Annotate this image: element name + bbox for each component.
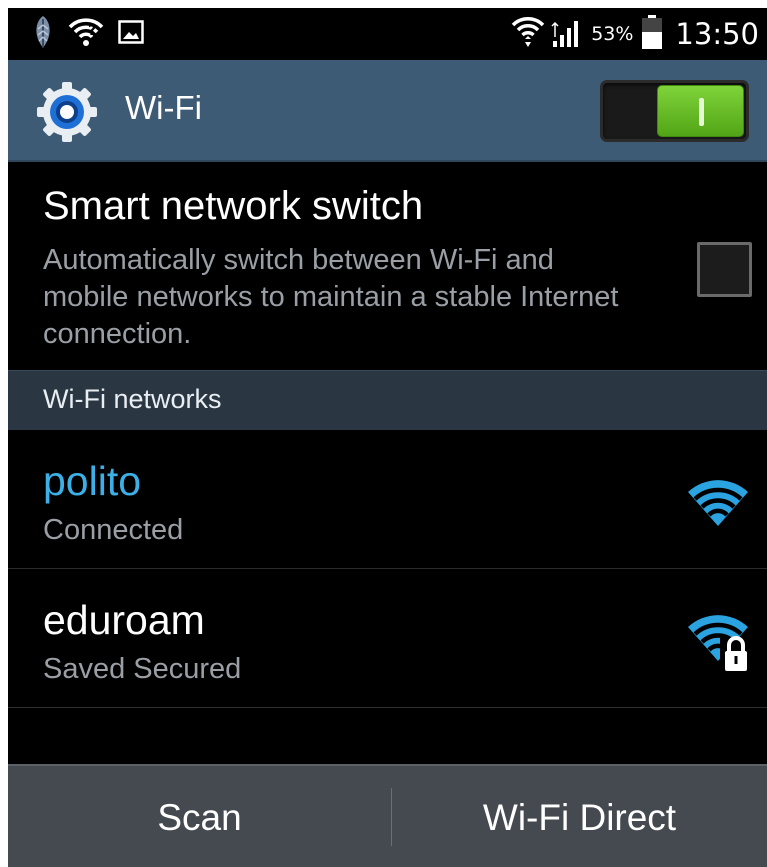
battery-icon (641, 14, 663, 54)
scan-button[interactable]: Scan (8, 766, 391, 867)
smart-switch-title: Smart network switch (43, 184, 424, 228)
gear-icon (36, 81, 98, 143)
wifi-networks-header: Wi-Fi networks (8, 370, 767, 430)
network-row-polito[interactable]: polito Connected (8, 430, 767, 569)
network-row-eduroam[interactable]: eduroam Saved Secured (8, 569, 767, 708)
network-name: eduroam (43, 597, 205, 643)
cell-signal-icon (551, 15, 585, 53)
system-status: 53% 13:50 (511, 8, 759, 60)
status-bar: ? 53% 13:50 (8, 8, 767, 60)
toggle-on-indicator (699, 98, 704, 126)
wifi-signal-icon (511, 15, 545, 53)
wifi-direct-button[interactable]: Wi-Fi Direct (392, 766, 767, 867)
network-status: Connected (43, 514, 184, 546)
wifi-toggle-knob (657, 85, 744, 137)
action-bar: Wi-Fi (8, 60, 767, 162)
smart-switch-checkbox[interactable] (697, 242, 752, 297)
section-label: Wi-Fi networks (43, 384, 222, 414)
notification-icons: ? (32, 16, 144, 52)
svg-text:?: ? (88, 23, 96, 39)
wifi-toggle[interactable] (600, 80, 749, 142)
smart-network-switch-row[interactable]: Smart network switch Automatically switc… (8, 162, 767, 370)
bottom-action-bar: Scan Wi-Fi Direct (8, 764, 767, 867)
feather-icon (32, 15, 54, 53)
wifi-signal-full-icon (684, 474, 752, 534)
network-status: Saved Secured (43, 653, 242, 685)
picture-icon (118, 20, 144, 48)
page-title: Wi-Fi (125, 89, 202, 126)
battery-percent: 53% (591, 23, 634, 45)
wifi-question-icon: ? (68, 17, 104, 51)
smart-switch-description: Automatically switch between Wi-Fi and m… (43, 244, 619, 350)
clock: 13:50 (675, 17, 759, 51)
wifi-signal-locked-icon (684, 609, 752, 673)
wifi-settings-screen: ? 53% 13:50 Wi-Fi Smart network switch A… (8, 8, 767, 867)
network-name: polito (43, 458, 142, 504)
